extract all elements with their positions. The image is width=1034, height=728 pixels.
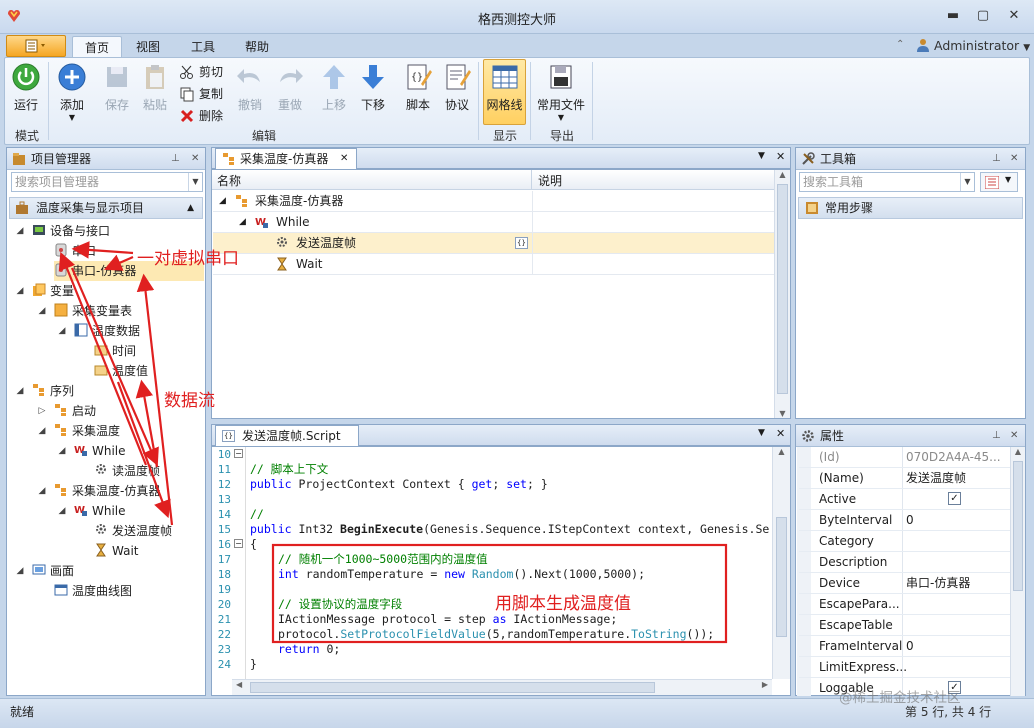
annotation-arrow [116, 381, 171, 519]
annotation-overlay [58, 241, 728, 644]
status-ready: 就绪 [10, 705, 35, 719]
annotation-arrow [58, 251, 148, 466]
watermark: @稀土掘金技术社区 [839, 690, 961, 706]
annotation-arrow [103, 254, 134, 271]
annotation-data-flow: 数据流 [164, 391, 215, 411]
annotation-arrow [71, 241, 134, 259]
annotation-arrow [70, 267, 159, 467]
annotation-virtual-ports: 一对虚拟串口 [137, 249, 239, 269]
annotation-script-gen: 用脚本生成温度值 [495, 594, 631, 614]
